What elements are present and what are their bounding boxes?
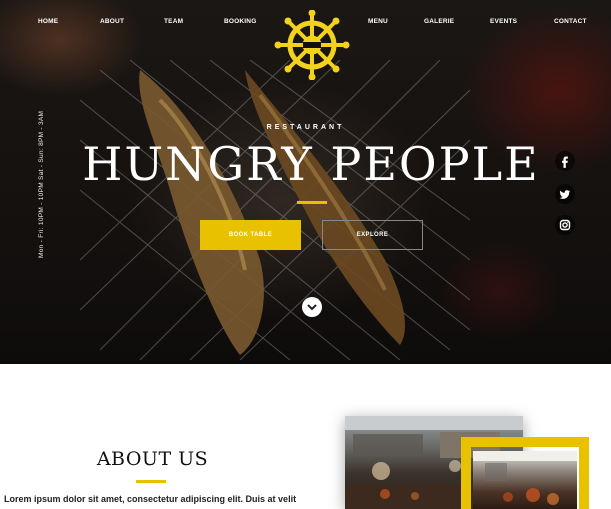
scroll-down-button[interactable] xyxy=(302,297,322,317)
twitter-link[interactable] xyxy=(555,184,575,204)
nav-events[interactable]: EVENTS xyxy=(490,18,517,25)
nav-home[interactable]: HOME xyxy=(38,18,58,25)
title-divider xyxy=(297,201,327,204)
explore-button[interactable]: EXPLORE xyxy=(322,220,423,250)
nav-galerie[interactable]: GALERIE xyxy=(424,18,454,25)
hero-title: HUNGRY PEOPLE xyxy=(82,137,540,191)
book-table-button[interactable]: BOOK TABLE xyxy=(200,220,301,250)
twitter-icon xyxy=(559,190,571,199)
facebook-link[interactable] xyxy=(555,151,575,171)
food-photo-image xyxy=(473,451,577,505)
nav-menu[interactable]: MENU xyxy=(368,18,388,25)
hero-eyebrow: RESTAURANT xyxy=(266,124,345,131)
hero-section: HOME ABOUT TEAM BOOKING MENU GALERIE EVE… xyxy=(0,0,611,364)
about-divider xyxy=(136,480,166,483)
nav-team[interactable]: TEAM xyxy=(164,18,183,25)
instagram-icon xyxy=(559,219,571,231)
nav-contact[interactable]: CONTACT xyxy=(554,18,587,25)
about-text: Lorem ipsum dolor sit amet, consectetur … xyxy=(4,494,297,504)
facebook-icon xyxy=(562,156,568,168)
instagram-link[interactable] xyxy=(555,215,575,235)
food-photo xyxy=(473,451,577,509)
ship-wheel-logo-icon[interactable] xyxy=(273,10,351,80)
fish-image-2 xyxy=(245,70,405,345)
chevron-down-icon xyxy=(307,304,317,311)
about-title: ABOUT US xyxy=(96,448,209,470)
nav-about[interactable]: ABOUT xyxy=(100,18,124,25)
nav-booking[interactable]: BOOKING xyxy=(224,18,256,25)
